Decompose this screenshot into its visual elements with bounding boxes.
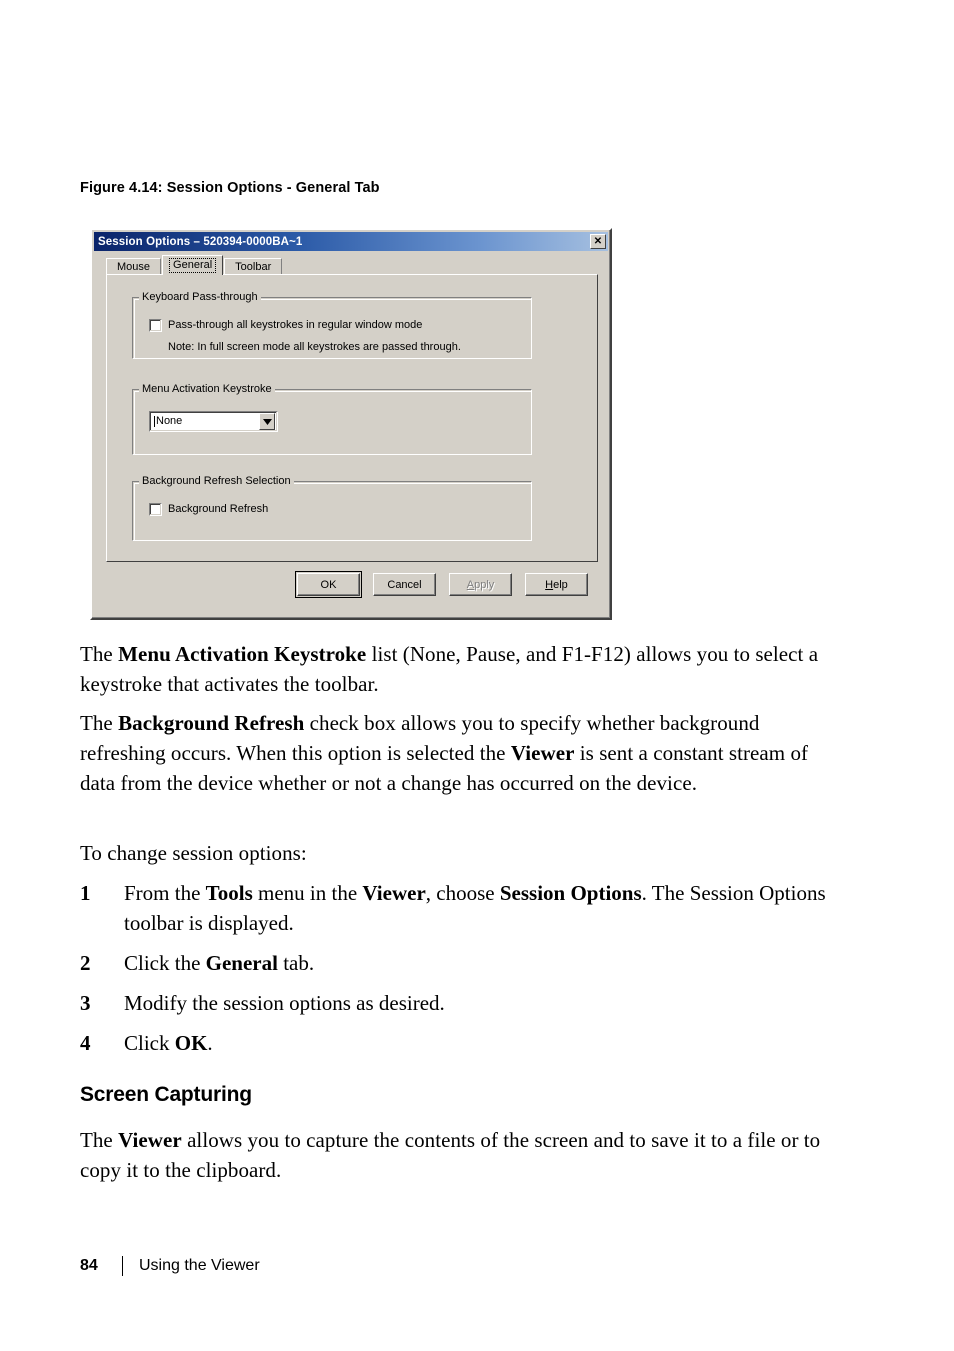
step-1-number: 1 (80, 881, 91, 905)
dialog-title: Session Options – 520394-0000BA~1 (98, 235, 303, 248)
close-icon[interactable]: ✕ (590, 234, 606, 249)
dialog-titlebar: Session Options – 520394-0000BA~1 ✕ (94, 232, 608, 251)
ok-button[interactable]: OK (295, 571, 362, 598)
step-2-post: tab. (277, 951, 315, 975)
checkbox-passthrough-label: Pass-through all keystrokes in regular w… (168, 319, 423, 331)
para3-bold-viewer: Viewer (118, 1128, 182, 1152)
para2-bold-background-refresh: Background Refresh (118, 711, 305, 735)
menu-activation-keystroke-dropdown[interactable]: None (149, 411, 278, 432)
apply-button: Apply (449, 573, 512, 596)
group-background-refresh: Background Refresh Selection Background … (132, 475, 532, 541)
paragraph-screen-capturing: The Viewer allows you to capture the con… (80, 1125, 840, 1185)
step-4-number: 4 (80, 1031, 91, 1055)
step-4-body: Click OK. (124, 1028, 840, 1058)
passthrough-note: Note: In full screen mode all keystrokes… (168, 341, 461, 353)
step-3: 3 Modify the session options as desired. (80, 988, 840, 1018)
step-1-pre: From the (124, 881, 206, 905)
step-2-bold-general: General (205, 951, 278, 975)
step-4-post: . (207, 1031, 213, 1055)
para2-bold-viewer: Viewer (510, 741, 575, 765)
tab-general[interactable]: General (162, 255, 224, 275)
step-1-bold-session-options: Session Options (499, 881, 642, 905)
session-options-dialog: Session Options – 520394-0000BA~1 ✕ Mous… (90, 228, 612, 620)
cancel-button-label: Cancel (387, 578, 422, 591)
step-3-pre: Modify the session options as desired. (124, 991, 445, 1015)
help-button[interactable]: Help (525, 573, 588, 596)
step-3-body: Modify the session options as desired. (124, 988, 840, 1018)
menu-activation-keystroke-value: None (154, 416, 259, 427)
tab-toolbar-label: Toolbar (235, 260, 272, 273)
tab-mouse[interactable]: Mouse (106, 258, 162, 275)
footer-divider (122, 1256, 123, 1276)
step-4-bold-ok: OK (174, 1031, 208, 1055)
group-keyboard-passthrough: Keyboard Pass-through Pass-through all k… (132, 291, 532, 359)
step-2-number: 2 (80, 951, 91, 975)
apply-button-label: Apply (466, 578, 495, 591)
step-4-pre: Click (124, 1031, 175, 1055)
step-1-bold-viewer: Viewer (362, 881, 426, 905)
paragraph-background-refresh: The Background Refresh check box allows … (80, 708, 840, 798)
background-refresh-checkbox-row[interactable]: Background Refresh (149, 502, 268, 516)
group-menu-activation: Menu Activation Keystroke None (132, 383, 532, 455)
group-menu-activation-title: Menu Activation Keystroke (139, 383, 275, 395)
step-1: 1 From the Tools menu in the Viewer, cho… (80, 878, 840, 938)
page-footer: 84 Using the Viewer (80, 1256, 260, 1276)
tab-general-label: General (169, 258, 217, 273)
para3-pre: The (80, 1128, 119, 1152)
checkbox-passthrough[interactable] (149, 319, 162, 332)
step-1-mid1: menu in the (252, 881, 363, 905)
step-2: 2 Click the General tab. (80, 948, 840, 978)
section-heading-screen-capturing: Screen Capturing (80, 1083, 252, 1106)
para1-bold-menu-activation-keystroke: Menu Activation Keystroke (118, 642, 367, 666)
step-1-mid2: , choose (425, 881, 500, 905)
dialog-button-row: OK Cancel Apply Help (92, 571, 610, 599)
passthrough-checkbox-row[interactable]: Pass-through all keystrokes in regular w… (149, 318, 422, 332)
footer-chapter-label: Using the Viewer (139, 1257, 260, 1274)
ok-button-label: OK (320, 578, 337, 591)
step-3-number: 3 (80, 991, 91, 1015)
paragraph-menu-activation: The Menu Activation Keystroke list (None… (80, 639, 840, 699)
para2-pre: The (80, 711, 119, 735)
group-keyboard-passthrough-title: Keyboard Pass-through (139, 291, 261, 303)
step-1-bold-tools: Tools (205, 881, 253, 905)
tab-toolbar[interactable]: Toolbar (224, 258, 283, 275)
step-4: 4 Click OK. (80, 1028, 840, 1058)
group-background-refresh-title: Background Refresh Selection (139, 475, 294, 487)
checkbox-background-refresh[interactable] (149, 503, 162, 516)
checkbox-background-refresh-label: Background Refresh (168, 503, 269, 515)
footer-page-number: 84 (80, 1257, 98, 1274)
document-page: Figure 4.14: Session Options - General T… (0, 0, 954, 1351)
help-button-label: Help (545, 578, 568, 591)
step-2-body: Click the General tab. (124, 948, 840, 978)
figure-caption: Figure 4.14: Session Options - General T… (80, 180, 380, 196)
step-1-body: From the Tools menu in the Viewer, choos… (124, 878, 840, 938)
procedure-intro: To change session options: (80, 841, 307, 865)
tab-page-general: Keyboard Pass-through Pass-through all k… (106, 274, 598, 562)
step-2-pre: Click the (124, 951, 206, 975)
chevron-down-icon[interactable] (259, 413, 275, 430)
para1-pre: The (80, 642, 119, 666)
cancel-button[interactable]: Cancel (373, 573, 436, 596)
tab-strip: Mouse General Toolbar (106, 255, 598, 275)
para3-post: allows you to capture the contents of th… (80, 1128, 821, 1182)
tab-mouse-label: Mouse (117, 260, 151, 273)
